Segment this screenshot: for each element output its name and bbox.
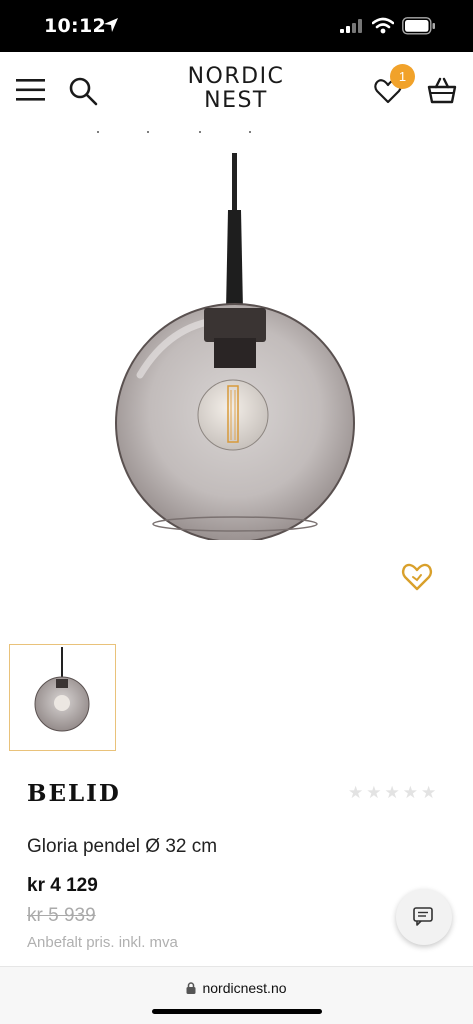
logo-line-2: NEST bbox=[204, 88, 268, 113]
status-bar: 10:12 bbox=[0, 0, 473, 52]
star-icon: ★ bbox=[421, 783, 437, 802]
home-indicator[interactable] bbox=[152, 1009, 322, 1014]
logo-line-1: NORDIC bbox=[187, 64, 285, 89]
price-note: Anbefalt pris. inkl. mva bbox=[27, 934, 178, 951]
product-brand[interactable]: BELID bbox=[27, 780, 121, 807]
star-icon: ★ bbox=[402, 783, 418, 802]
chat-icon bbox=[413, 907, 433, 926]
lock-icon bbox=[186, 981, 196, 997]
product-name: Gloria pendel Ø 32 cm bbox=[27, 836, 218, 857]
signal-icon bbox=[340, 19, 364, 38]
product-price: kr 4 129 bbox=[27, 875, 98, 896]
chat-button[interactable] bbox=[396, 889, 452, 945]
search-icon[interactable] bbox=[68, 76, 98, 111]
menu-icon[interactable] bbox=[16, 78, 46, 107]
browser-url-bar[interactable]: nordicnest.no bbox=[0, 966, 473, 1024]
favorite-heart-icon[interactable] bbox=[400, 560, 434, 594]
url-text: nordicnest.no bbox=[202, 980, 287, 996]
product-thumbnail[interactable] bbox=[9, 644, 116, 751]
site-header: NORDIC NEST 1 bbox=[0, 52, 473, 130]
basket-icon[interactable] bbox=[427, 76, 457, 109]
star-icon: ★ bbox=[366, 783, 382, 802]
url-display[interactable]: nordicnest.no bbox=[0, 980, 473, 997]
status-time: 10:12 bbox=[44, 15, 106, 37]
thumbnail-image bbox=[34, 647, 90, 732]
battery-icon bbox=[402, 17, 436, 40]
wishlist-count-badge: 1 bbox=[390, 64, 415, 89]
wifi-icon bbox=[371, 17, 395, 39]
rating-stars[interactable]: ★ ★ ★ ★ ★ bbox=[348, 784, 436, 801]
product-image[interactable] bbox=[60, 150, 410, 540]
carousel-dots bbox=[97, 131, 251, 133]
star-icon: ★ bbox=[348, 783, 364, 802]
location-arrow-icon bbox=[103, 17, 119, 38]
old-price: kr 5 939 bbox=[27, 905, 96, 926]
site-logo[interactable]: NORDIC NEST bbox=[174, 65, 298, 113]
star-icon: ★ bbox=[384, 783, 400, 802]
